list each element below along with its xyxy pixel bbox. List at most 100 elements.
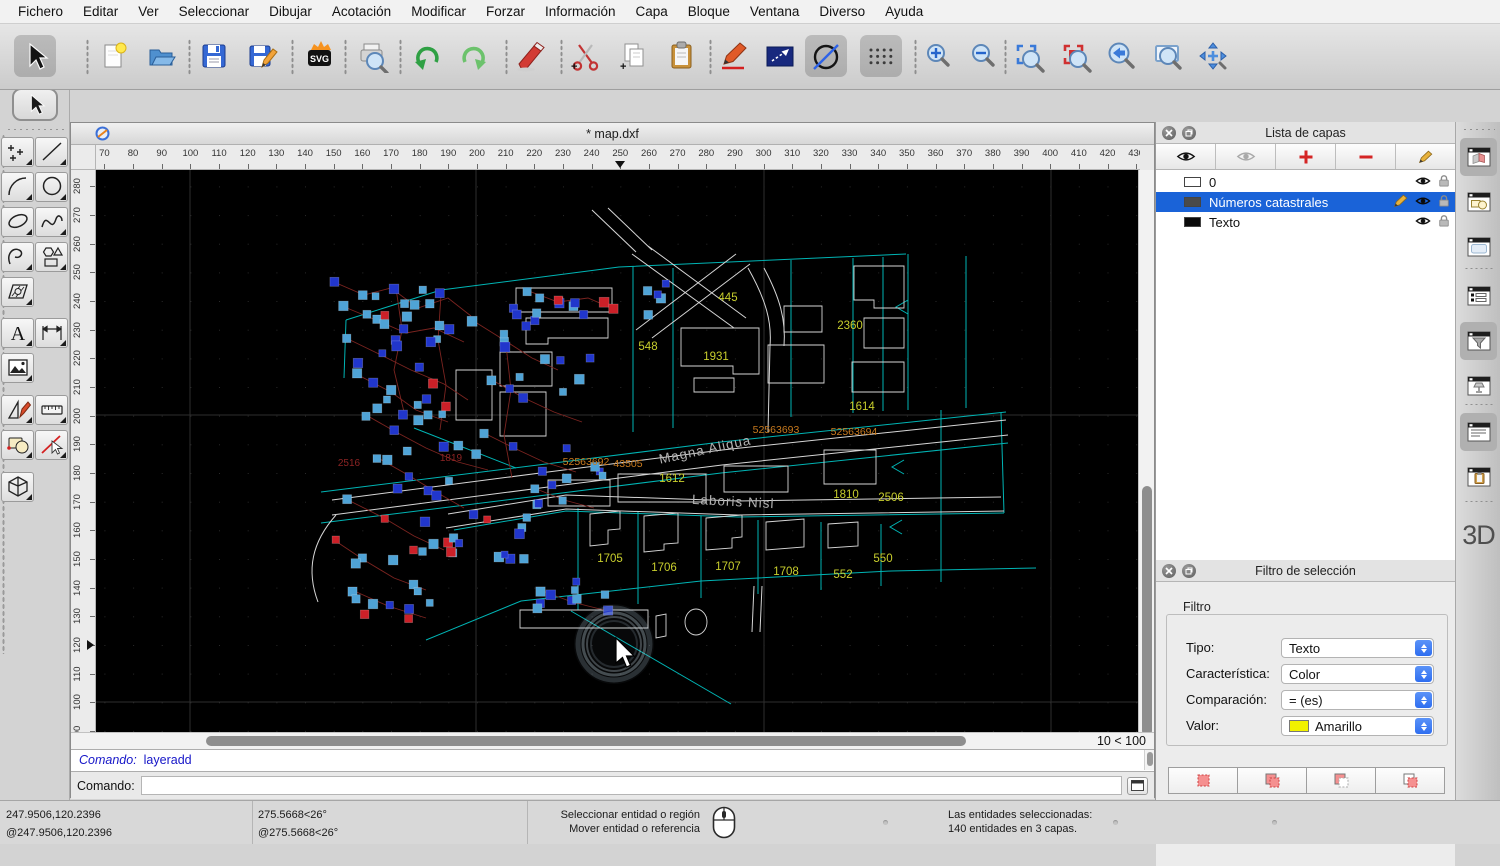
menu-item-ventana[interactable]: Ventana [740, 0, 810, 24]
snap-tools-button[interactable] [35, 430, 68, 460]
shape-tools-button[interactable] [35, 242, 68, 272]
menu-item-acotacion[interactable]: Acotación [322, 0, 401, 24]
redo-button[interactable] [453, 35, 495, 77]
layer-lock-icon[interactable] [1438, 174, 1450, 190]
copy-button[interactable]: + [612, 35, 654, 77]
select-intersect-button[interactable] [1376, 768, 1444, 793]
detach-panel-icon[interactable] [1182, 126, 1196, 140]
command-history-scrollbar[interactable] [1144, 750, 1154, 770]
zoom-pan-button[interactable] [1192, 35, 1234, 77]
draw-pencil-button[interactable] [713, 35, 755, 77]
undo-button[interactable] [406, 35, 448, 77]
horizontal-scrollbar-thumb[interactable] [206, 736, 966, 746]
layer-visibility-icon[interactable] [1415, 195, 1431, 210]
filter-comparacion-dropdown[interactable]: = (es) [1281, 690, 1434, 710]
view-list-toggle-button[interactable] [1460, 228, 1497, 266]
new-file-button[interactable] [92, 35, 134, 77]
menu-item-ayuda[interactable]: Ayuda [875, 0, 933, 24]
command-input[interactable] [141, 776, 1122, 795]
save-as-button[interactable] [241, 35, 283, 77]
layer-visibility-icon[interactable] [1415, 175, 1431, 190]
dimension-tools-button[interactable] [35, 318, 68, 348]
menu-item-modificar[interactable]: Modificar [401, 0, 476, 24]
hatch-tools-button[interactable] [1, 277, 34, 307]
text-tool-button[interactable]: A [1, 318, 34, 348]
block-list-toggle-button[interactable] [1460, 183, 1497, 221]
property-editor-toggle-button[interactable] [1460, 138, 1497, 176]
erase-button[interactable] [509, 35, 551, 77]
menu-item-dibujar[interactable]: Dibujar [259, 0, 322, 24]
close-panel-icon[interactable] [1162, 126, 1176, 140]
menu-item-fichero[interactable]: Fichero [8, 0, 73, 24]
drawing-window-titlebar[interactable]: * map.dxf [71, 123, 1154, 145]
modify-tools-button[interactable] [1, 430, 34, 460]
select-arrow-button[interactable] [14, 35, 56, 77]
zoom-previous-button[interactable] [1101, 35, 1143, 77]
layer-row-0[interactable]: 0 [1156, 172, 1455, 192]
point-tools-button[interactable] [1, 137, 34, 167]
layer-visibility-icon[interactable] [1415, 215, 1431, 230]
select-remove-button[interactable] [1307, 768, 1376, 793]
menu-item-capa[interactable]: Capa [626, 0, 678, 24]
layer-edit-icon[interactable] [1393, 194, 1408, 211]
print-preview-button[interactable] [351, 35, 393, 77]
svg-export-button[interactable]: SVG [297, 35, 339, 77]
layer-row-texto[interactable]: Texto [1156, 212, 1455, 232]
draft-tools-button[interactable] [1, 395, 34, 425]
cut-button[interactable]: + [564, 35, 606, 77]
horizontal-scrollbar[interactable]: 10 < 100 [71, 732, 1154, 749]
menu-item-diverso[interactable]: Diverso [809, 0, 875, 24]
hide-all-layers-button[interactable] [1216, 144, 1276, 169]
layer-lock-icon[interactable] [1438, 194, 1450, 210]
command-line-toggle-button[interactable] [1460, 413, 1497, 451]
solid-tools-button[interactable] [1, 472, 34, 502]
menu-item-informacion[interactable]: Información [535, 0, 626, 24]
drawing-canvas[interactable]: 4452360548193116141612170517061707170855… [96, 170, 1140, 732]
image-tool-button[interactable] [1, 353, 34, 383]
menu-item-forzar[interactable]: Forzar [476, 0, 535, 24]
toolbar-drag-handle[interactable] [1462, 128, 1495, 131]
cad-toolbar-back-button[interactable] [12, 88, 58, 121]
restrict-angle-button[interactable] [805, 35, 847, 77]
layer-lock-icon[interactable] [1438, 214, 1450, 230]
spline-tools-button[interactable] [35, 207, 68, 237]
select-replace-button[interactable] [1169, 768, 1238, 793]
show-all-layers-button[interactable] [1156, 144, 1216, 169]
filter-tipo-dropdown[interactable]: Texto [1281, 638, 1434, 658]
zoom-window-button[interactable] [1147, 35, 1189, 77]
layer-row-numeros-catastrales[interactable]: Números catastrales [1156, 192, 1455, 212]
edit-layer-button[interactable] [1396, 144, 1455, 169]
clipboard-panel-toggle-button[interactable] [1460, 458, 1497, 496]
open-file-button[interactable] [140, 35, 182, 77]
save-file-button[interactable] [193, 35, 235, 77]
zoom-auto-button[interactable] [1007, 35, 1049, 77]
remove-layer-button[interactable] [1336, 144, 1396, 169]
command-options-button[interactable] [1127, 777, 1148, 795]
circle-tools-button[interactable] [35, 172, 68, 202]
zoom-in-button[interactable] [917, 35, 959, 77]
menu-item-seleccionar[interactable]: Seleccionar [169, 0, 260, 24]
zoom-selection-button[interactable] [1054, 35, 1096, 77]
menu-item-ver[interactable]: Ver [128, 0, 168, 24]
library-browser-toggle-button[interactable] [1460, 367, 1497, 405]
paste-button[interactable] [660, 35, 702, 77]
detach-panel-icon[interactable] [1182, 564, 1196, 578]
layer-list-toggle-button[interactable] [1460, 277, 1497, 315]
select-add-button[interactable] [1238, 768, 1307, 793]
edit-geometry-button[interactable] [759, 35, 801, 77]
measure-tools-button[interactable] [35, 395, 68, 425]
grid-toggle-button[interactable] [860, 35, 902, 77]
vertical-scrollbar[interactable] [1138, 170, 1154, 732]
palette-drag-handle[interactable] [6, 128, 64, 131]
selection-filter-toggle-button[interactable] [1460, 322, 1497, 360]
vertical-scrollbar-thumb[interactable] [1142, 486, 1152, 736]
polyline-tools-button[interactable] [1, 242, 34, 272]
close-panel-icon[interactable] [1162, 564, 1176, 578]
ellipse-tools-button[interactable] [1, 207, 34, 237]
line-tools-button[interactable] [35, 137, 68, 167]
filter-caracteristica-dropdown[interactable]: Color [1281, 664, 1434, 684]
zoom-out-button[interactable] [962, 35, 1004, 77]
arc-tools-button[interactable] [1, 172, 34, 202]
add-layer-button[interactable] [1276, 144, 1336, 169]
menu-item-bloque[interactable]: Bloque [678, 0, 740, 24]
